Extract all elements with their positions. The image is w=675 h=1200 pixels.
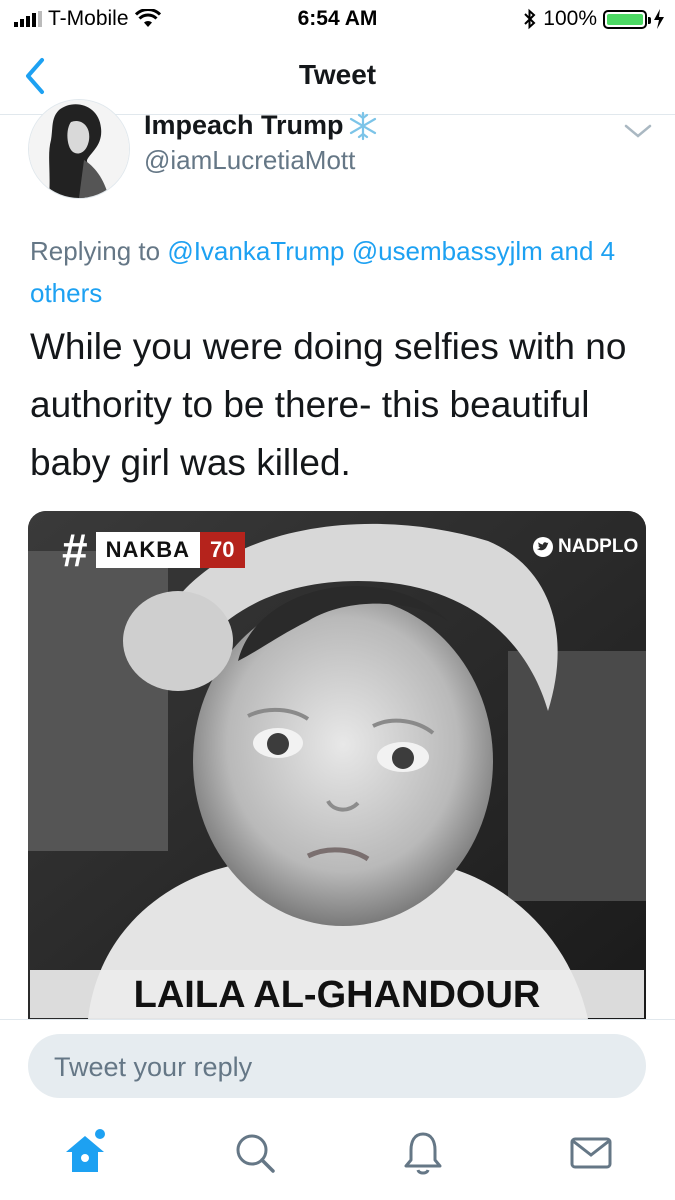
nadplo-watermark: NADPLO (532, 536, 638, 558)
page-title: Tweet (298, 59, 377, 90)
hashtag-symbol: # (62, 524, 88, 576)
display-name-text: Impeach Trump (144, 110, 344, 140)
notifications-bell-icon[interactable] (398, 1128, 448, 1178)
search-icon[interactable] (230, 1128, 280, 1178)
messages-envelope-icon[interactable] (566, 1128, 616, 1178)
battery-percent: 100% (543, 7, 597, 30)
tag-number: 70 (200, 532, 245, 568)
tag-word: NAKBA (95, 532, 201, 568)
nakba-tag: # NAKBA 70 (62, 524, 245, 576)
mention-link[interactable]: @IvankaTrump (167, 236, 344, 266)
baby-photo (28, 511, 646, 1019)
replying-to-line: Replying to @IvankaTrump @usembassyjlm a… (30, 230, 650, 314)
bluetooth-icon (524, 8, 536, 30)
twitter-bird-icon (533, 537, 553, 557)
divider (0, 1019, 675, 1020)
tweet-text: While you were doing selfies with no aut… (30, 326, 627, 483)
battery-icon (603, 9, 651, 29)
charging-bolt-icon (654, 9, 664, 29)
tweet-media-image[interactable] (28, 511, 646, 1019)
reply-input-container[interactable] (28, 1034, 646, 1100)
tab-bar (0, 1110, 675, 1200)
nadplo-text: NADPLO (558, 536, 639, 557)
user-handle[interactable]: @iamLucretiaMott (144, 145, 355, 176)
reply-input[interactable] (52, 1034, 626, 1100)
avatar[interactable] (28, 99, 130, 199)
replying-to-prefix: Replying to (30, 236, 161, 266)
mention-link[interactable]: @usembassyjlm (352, 236, 543, 266)
display-name[interactable]: Impeach Trump (144, 110, 380, 141)
status-right: 100% (523, 7, 665, 31)
avatar-portrait-image (29, 100, 129, 198)
snowflake-icon (349, 111, 376, 140)
media-caption: LAILA AL-GHANDOUR (30, 970, 644, 1018)
home-icon[interactable] (60, 1128, 110, 1178)
status-bar: T-Mobile 6:54 AM 100% (0, 0, 675, 38)
chevron-down-icon[interactable] (620, 118, 656, 144)
